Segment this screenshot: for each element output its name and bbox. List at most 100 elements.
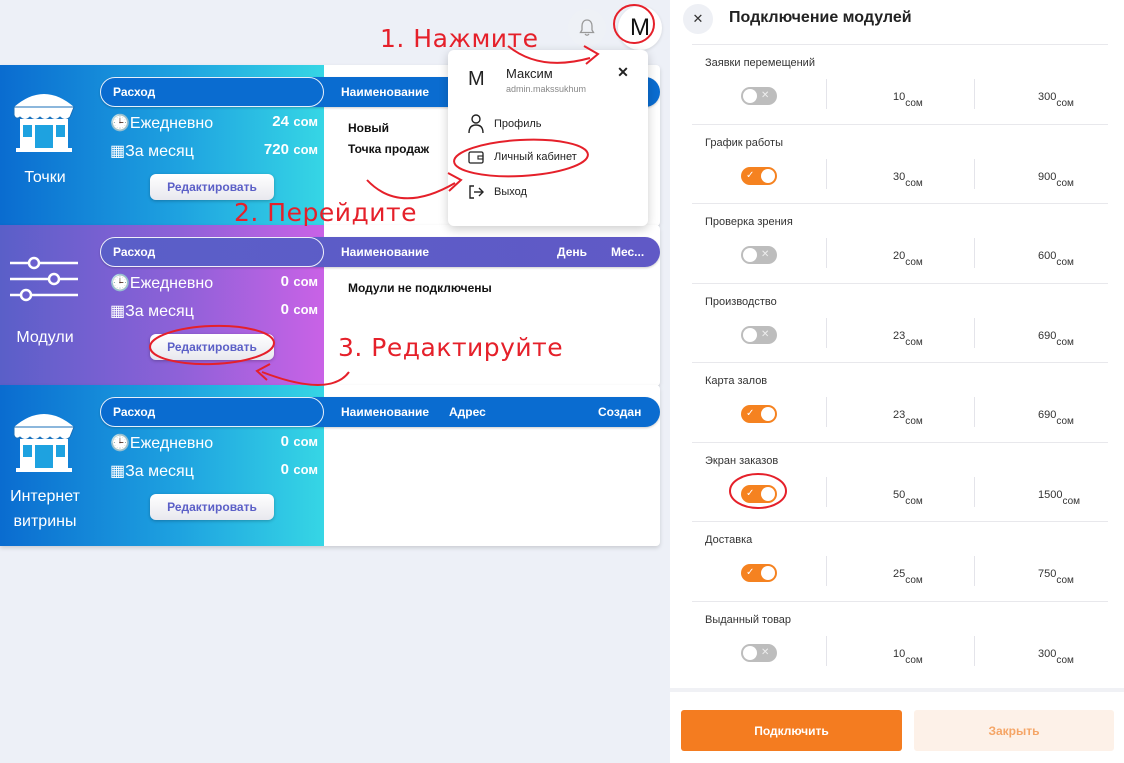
- daily-price: 23сом: [893, 329, 923, 348]
- card-title-line1: Интернет: [10, 488, 80, 505]
- edit-button[interactable]: Редактировать: [150, 494, 274, 520]
- monthly-stat: ▦За месяц 0 сом: [110, 461, 318, 481]
- monthly-price: 600сом: [1038, 250, 1074, 268]
- daily-price: 10сом: [893, 647, 923, 666]
- annotation-step1: 1. Нажмите: [380, 24, 539, 53]
- toggle-knob: [761, 407, 775, 421]
- monthly-price: 750сом: [1038, 568, 1074, 586]
- daily-price: 25сом: [893, 568, 923, 586]
- module-toggle[interactable]: ✕: [741, 325, 777, 344]
- notifications-button[interactable]: [568, 9, 606, 47]
- daily-value: 0: [280, 273, 289, 290]
- daily-price: 50сом: [893, 488, 923, 507]
- sliders-icon: [10, 256, 78, 302]
- module-controls: ✕ 10сом 300сом: [692, 635, 1108, 666]
- col-created-header: Создан: [598, 405, 642, 419]
- x-icon: ✕: [761, 328, 770, 340]
- monthly-price: 300сом: [1038, 91, 1074, 109]
- daily-price: 20сом: [893, 250, 923, 268]
- user-icon: [468, 114, 484, 134]
- menu-item-logout[interactable]: Выход: [468, 184, 527, 200]
- daily-stat: 🕒Ежедневно 24 сом: [110, 113, 318, 133]
- user-avatar-button[interactable]: M: [618, 6, 662, 50]
- close-button[interactable]: Закрыть: [914, 710, 1114, 751]
- avatar-letter: M: [630, 14, 650, 41]
- menu-item-profile[interactable]: Профиль: [468, 114, 542, 134]
- x-icon: ✕: [761, 90, 770, 101]
- panel-footer: Подключить Закрыть: [670, 688, 1124, 763]
- topbar-actions: M: [568, 6, 662, 50]
- check-icon: ✓: [746, 487, 755, 499]
- edit-button[interactable]: Редактировать: [150, 174, 274, 200]
- menu-item-account[interactable]: Личный кабинет: [468, 150, 577, 164]
- col-name-header: Наименование: [341, 405, 430, 419]
- daily-stat: 🕒Ежедневно 0 сом: [110, 273, 318, 293]
- card-icon-area: Интернет витрины: [0, 385, 90, 546]
- monthly-value: 0: [280, 301, 289, 318]
- panel-header: ✕ Подключение модулей: [670, 0, 1124, 40]
- toggle-knob: [743, 327, 757, 342]
- bell-icon: [579, 19, 595, 36]
- check-icon: ✓: [746, 567, 755, 578]
- currency-unit: сом: [293, 462, 318, 477]
- currency-unit: сом: [293, 114, 318, 129]
- connect-button[interactable]: Подключить: [681, 710, 902, 751]
- monthly-price: 690сом: [1038, 409, 1074, 427]
- module-controls: ✕ 20сом 600сом: [692, 238, 1108, 268]
- annotation-step2: 2. Перейдите: [234, 198, 417, 227]
- module-controls: ✓ 50сом 1500сом: [692, 476, 1108, 507]
- card-icon-area: Точки: [0, 65, 90, 226]
- monthly-price: 1500сом: [1038, 488, 1081, 507]
- calendar-icon: ▦: [110, 303, 126, 320]
- close-panel-button[interactable]: ✕: [683, 4, 713, 34]
- monthly-value: 0: [280, 461, 289, 478]
- dropdown-avatar: M: [468, 68, 485, 90]
- module-toggle[interactable]: ✓: [741, 564, 777, 582]
- edit-button[interactable]: Редактировать: [150, 334, 274, 360]
- monthly-value: 720: [263, 141, 289, 158]
- module-row: Экран заказов ✓ 50сом 1500сом: [692, 441, 1108, 522]
- annotation-step3: 3. Редактируйте: [338, 333, 564, 362]
- user-email: admin.makssukhum: [506, 84, 587, 94]
- monthly-label: За месяц: [125, 463, 194, 480]
- module-toggle[interactable]: ✓: [741, 405, 777, 423]
- storefronts-card: Интернет витрины Расход Наименование Адр…: [0, 385, 660, 546]
- modules-panel: ✕ Подключение модулей Заявки перемещений…: [670, 0, 1124, 763]
- col-address-header: Адрес: [449, 405, 486, 419]
- daily-value: 0: [280, 433, 289, 450]
- toggle-knob: [761, 168, 775, 183]
- module-toggle[interactable]: ✓: [741, 166, 777, 185]
- module-toggle[interactable]: ✕: [741, 643, 777, 662]
- table-cell: Новый: [348, 121, 389, 135]
- toggle-knob: [743, 89, 757, 103]
- module-name: Проверка зрения: [705, 216, 793, 228]
- close-icon[interactable]: ✕: [614, 64, 632, 82]
- monthly-price: 300сом: [1038, 647, 1074, 666]
- module-name: Выданный товар: [705, 613, 792, 626]
- menu-item-label: Личный кабинет: [494, 151, 577, 163]
- wallet-icon: [468, 151, 484, 164]
- module-toggle[interactable]: ✓: [741, 484, 777, 503]
- check-icon: ✓: [746, 169, 755, 181]
- module-name: Доставка: [705, 534, 753, 546]
- calendar-icon: ▦: [110, 463, 126, 480]
- module-controls: ✓ 23сом 690сом: [692, 397, 1108, 427]
- check-icon: ✓: [746, 408, 755, 419]
- toggle-knob: [761, 566, 775, 580]
- module-controls: ✕ 23сом 690сом: [692, 317, 1108, 348]
- module-name: Заявки перемещений: [705, 57, 815, 69]
- card-icon-area: Модули: [0, 225, 90, 386]
- module-toggle[interactable]: ✕: [741, 246, 777, 264]
- daily-price: 30сом: [893, 170, 923, 189]
- module-row: Проверка зрения ✕ 20сом 600сом: [692, 203, 1108, 283]
- monthly-price: 900сом: [1038, 170, 1074, 189]
- clock-icon: 🕒: [110, 435, 130, 452]
- menu-item-label: Выход: [494, 186, 527, 198]
- menu-item-label: Профиль: [494, 118, 542, 130]
- module-toggle[interactable]: ✕: [741, 87, 777, 105]
- currency-unit: сом: [293, 302, 318, 317]
- daily-label: Ежедневно: [129, 115, 214, 132]
- monthly-price: 690сом: [1038, 329, 1074, 348]
- expense-header: Расход: [113, 85, 156, 99]
- module-row: Производство ✕ 23сом 690сом: [692, 282, 1108, 363]
